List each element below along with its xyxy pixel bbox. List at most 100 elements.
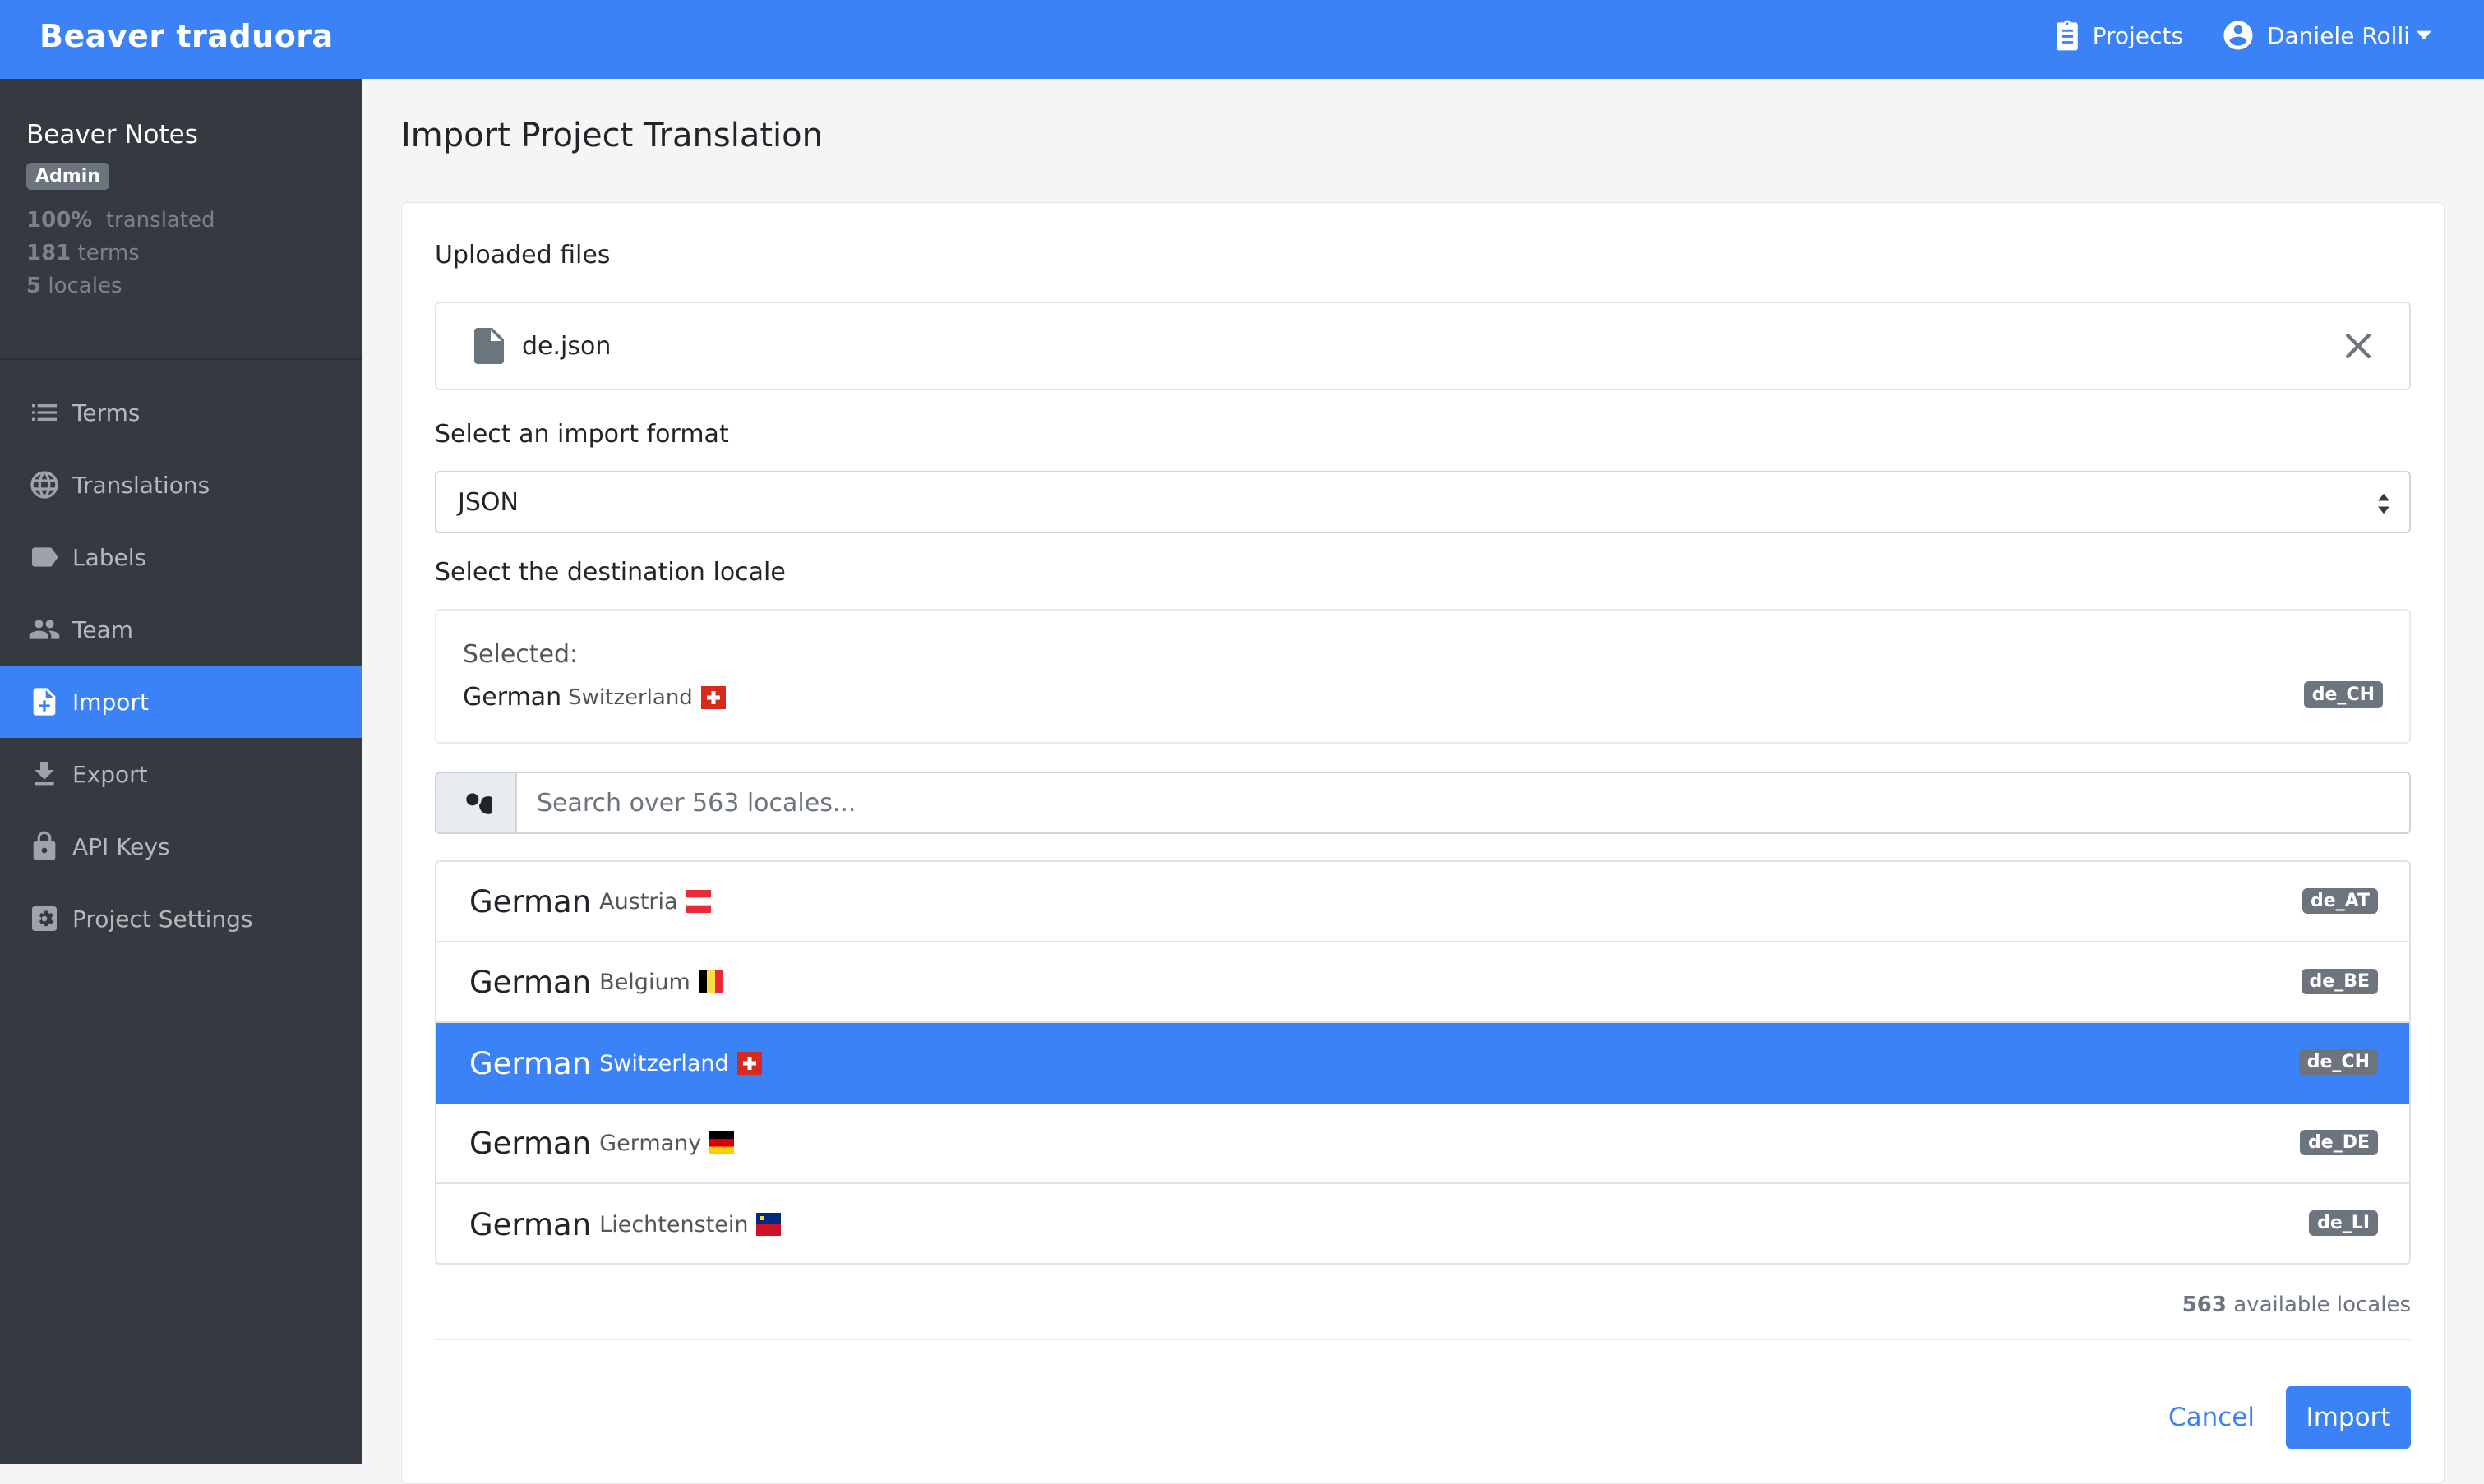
locale-code-badge: de_CH [2298,1049,2378,1075]
search-icon [466,793,492,814]
sidebar-item-label: Import [72,688,149,716]
locale-option-de-ch[interactable]: German Switzerland de_CH [436,1023,2409,1104]
locale-language: German [469,1206,592,1242]
stat-translated: 100% translated [26,208,335,233]
page-title: Import Project Translation [401,117,823,154]
sidebar-item-terms[interactable]: Terms [0,376,362,449]
selected-locale: German Switzerland [463,683,726,712]
stat-locales-value: 5 [26,274,42,298]
locale-code-badge: de_DE [2300,1130,2378,1155]
locale-list: German Austria de_AT German Belgium de_B… [435,860,2411,1265]
role-badge: Admin [26,163,109,190]
sidebar-item-project-settings[interactable]: Project Settings [0,883,362,955]
sidebar-item-import[interactable]: Import [0,666,362,738]
sidebar-item-label: Translations [72,471,210,499]
flag-at-icon [686,890,711,913]
selected-code-badge: de_CH [2303,681,2383,708]
locale-language: German [469,1125,592,1161]
clipboard-icon [2056,20,2078,51]
caret-down-icon [2417,30,2431,40]
flag-de-icon [709,1131,735,1154]
sidebar-item-label: Team [72,615,134,643]
selected-region: Switzerland [568,684,693,710]
sidebar: Beaver Notes Admin 100% translated 181 t… [0,79,362,1464]
top-navbar: Beaver traduora Projects Daniele Rolli [0,0,2484,79]
file-name: de.json [522,331,612,361]
people-icon [29,620,60,639]
flag-be-icon [698,970,723,993]
locale-search-input[interactable] [517,773,2409,832]
flag-ch-icon [700,685,726,709]
available-count: 563 [2182,1293,2227,1317]
selected-locale-box: Selected: German Switzerland de_CH [435,609,2411,744]
navbar-right: Projects Daniele Rolli [2015,18,2431,53]
destination-locale-label: Select the destination locale [435,558,786,587]
import-format-select[interactable]: JSON [435,471,2411,533]
download-icon [35,762,54,786]
stat-translated-value: 100% [26,208,93,233]
sidebar-item-label: Labels [72,543,147,571]
locale-region: Switzerland [599,1050,729,1076]
stat-translated-label: translated [105,208,215,233]
locale-code-badge: de_LI [2309,1210,2378,1236]
brand-logo[interactable]: Beaver traduora [39,18,334,54]
footer-divider [435,1339,2411,1340]
account-circle-icon [2223,21,2253,50]
main-content: Import Project Translation Uploaded file… [362,79,2484,1484]
locale-region: Austria [599,888,678,915]
import-format-value: JSON [458,487,519,517]
close-icon[interactable] [2340,328,2376,364]
locale-option-de-de[interactable]: German Germany de_DE [436,1104,2409,1184]
locale-region: Germany [599,1130,702,1156]
sidebar-item-label: Export [72,760,148,788]
sidebar-item-translations[interactable]: Translations [0,449,362,521]
stat-terms-label: terms [77,241,140,265]
locale-region: Liechtenstein [599,1211,749,1237]
projects-link[interactable]: Projects [2053,19,2183,52]
sidebar-item-label: Terms [72,399,141,426]
stat-terms: 181 terms [26,241,335,265]
sidebar-item-label: Project Settings [72,905,253,933]
import-button[interactable]: Import [2286,1386,2411,1449]
settings-icon [32,906,57,931]
list-icon [32,404,57,421]
lock-icon [33,831,56,860]
stat-locales-label: locales [48,274,122,298]
sidebar-item-export[interactable]: Export [0,738,362,810]
available-locales-count: 563 available locales [2182,1293,2411,1317]
search-addon [436,773,517,832]
sidebar-menu: Terms Translations Labels Team Import Ex… [0,360,362,955]
locale-option-de-li[interactable]: German Liechtenstein de_LI [436,1184,2409,1263]
cancel-button[interactable]: Cancel [2152,1386,2271,1449]
stat-locales: 5 locales [26,274,335,298]
import-card: Uploaded files de.json Select an import … [401,202,2445,1484]
locale-language: German [469,883,592,919]
locale-option-de-be[interactable]: German Belgium de_BE [436,942,2409,1023]
locale-language: German [469,1045,592,1081]
uploaded-files-label: Uploaded files [435,241,611,270]
sidebar-item-labels[interactable]: Labels [0,521,362,593]
locale-option-de-at[interactable]: German Austria de_AT [436,862,2409,942]
stat-terms-value: 181 [26,241,72,265]
sidebar-item-label: API Keys [72,832,170,860]
flag-ch-icon [736,1052,762,1075]
import-format-label: Select an import format [435,420,729,449]
sidebar-item-team[interactable]: Team [0,593,362,666]
file-plus-icon [33,688,56,716]
tag-icon [32,547,58,567]
locale-code-badge: de_AT [2302,888,2378,914]
available-label: available locales [2233,1293,2411,1317]
selected-label: Selected: [463,640,579,669]
locale-language: German [469,964,592,1000]
project-name: Beaver Notes [26,120,198,150]
sidebar-item-api-keys[interactable]: API Keys [0,810,362,883]
project-summary: Beaver Notes Admin 100% translated 181 t… [0,79,362,360]
flag-li-icon [756,1213,782,1236]
user-menu[interactable]: Daniele Rolli [2221,18,2431,53]
selected-language: German [463,683,562,712]
globe-icon [30,471,58,499]
locale-code-badge: de_BE [2301,969,2378,994]
select-caret-icon [2378,493,2389,514]
uploaded-file-item: de.json [435,302,2411,390]
user-name: Daniele Rolli [2266,21,2410,49]
